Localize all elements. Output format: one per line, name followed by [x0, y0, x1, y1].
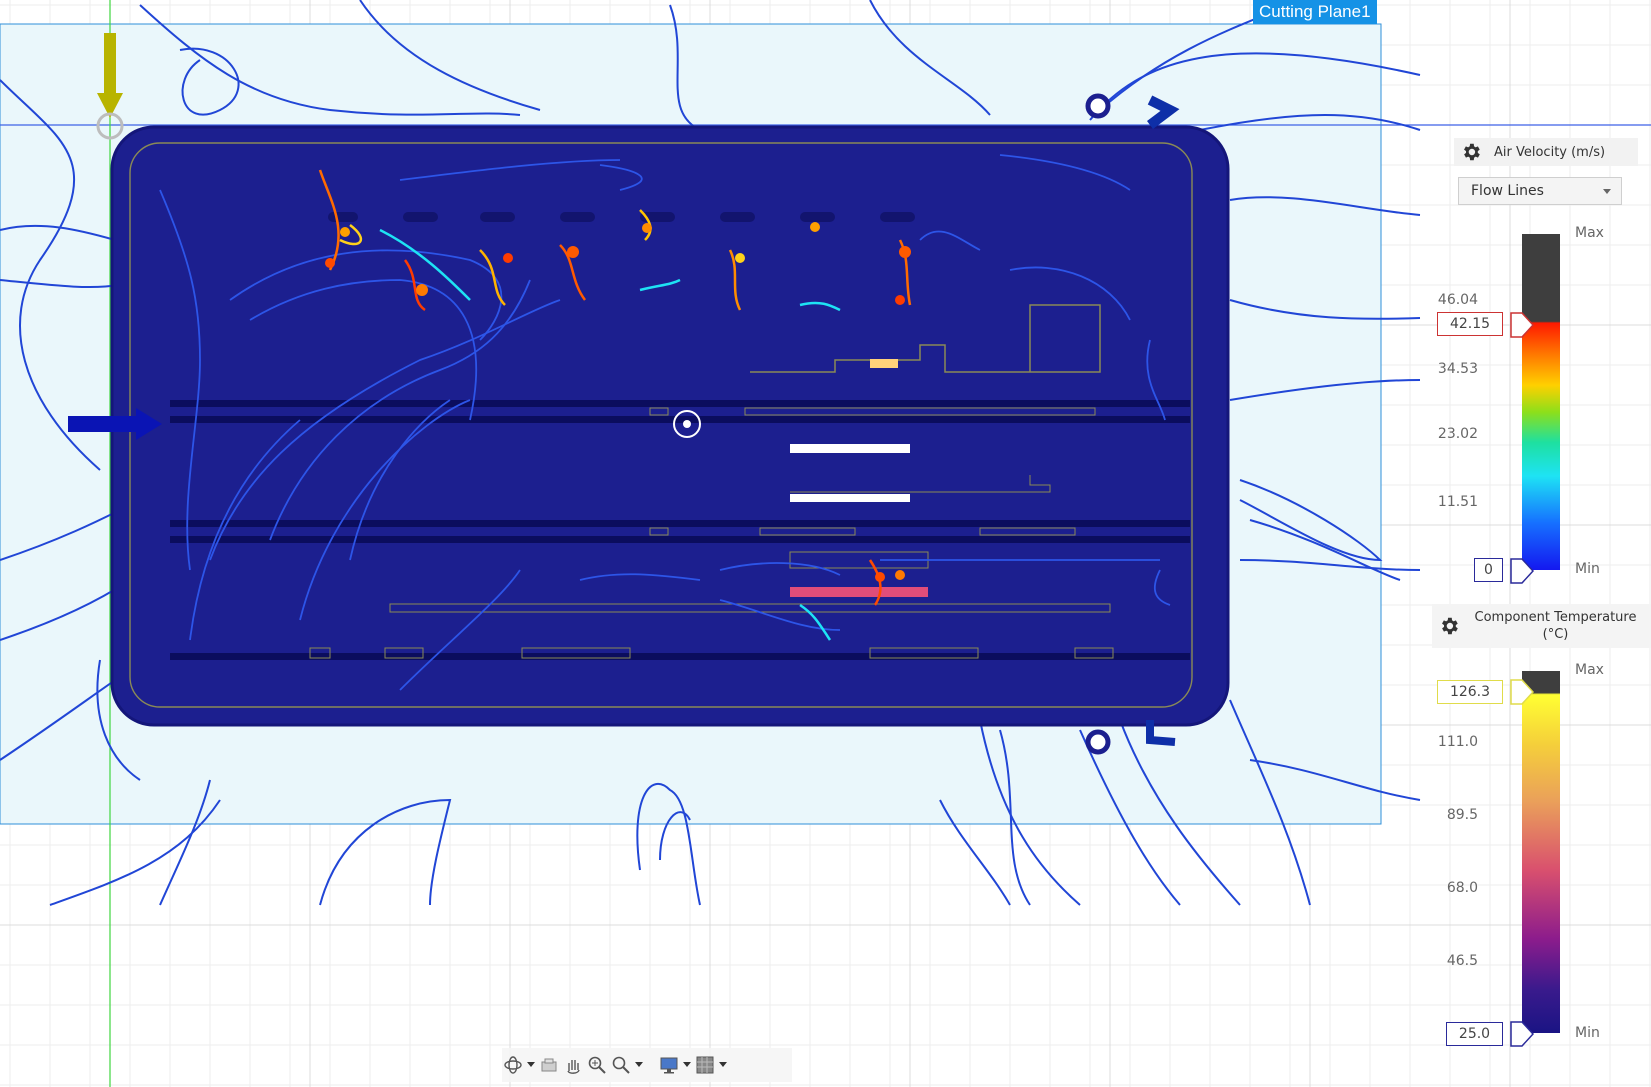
zoom-icon[interactable] — [586, 1054, 608, 1076]
air-velocity-tick: 34.53 — [1437, 361, 1478, 377]
grid-settings-icon[interactable] — [694, 1054, 716, 1076]
air-velocity-max-slider-handle[interactable] — [1510, 312, 1534, 338]
air-velocity-header: Air Velocity (m/s) — [1454, 138, 1638, 166]
temperature-max-slider-handle[interactable] — [1510, 679, 1534, 705]
scene[interactable] — [0, 0, 1651, 1087]
chevron-down-icon[interactable] — [526, 1054, 536, 1076]
temperature-tick: 89.5 — [1446, 807, 1478, 823]
chevron-down-icon[interactable] — [634, 1054, 644, 1076]
orbit-icon[interactable] — [502, 1054, 524, 1076]
temperature-max-label: Max — [1575, 662, 1604, 678]
temperature-min-input[interactable]: 25.0 — [1446, 1022, 1503, 1046]
temperature-tick: 46.5 — [1446, 953, 1478, 969]
air-velocity-tick: 11.51 — [1437, 494, 1478, 510]
chevron-down-icon — [1603, 189, 1611, 194]
air-velocity-min-input[interactable]: 0 — [1474, 558, 1503, 582]
chevron-down-icon[interactable] — [682, 1054, 692, 1076]
display-settings-icon[interactable] — [658, 1054, 680, 1076]
cutting-plane-label[interactable]: Cutting Plane1 — [1253, 0, 1377, 24]
graphics-viewport[interactable]: Cutting Plane1 — [0, 0, 1651, 1087]
air-velocity-max-input[interactable]: 42.15 — [1437, 312, 1503, 336]
air-velocity-title: Air Velocity (m/s) — [1494, 144, 1606, 160]
gear-icon[interactable] — [1438, 615, 1460, 637]
temperature-min-slider-handle[interactable] — [1510, 1021, 1534, 1047]
temperature-scale-bar — [1522, 671, 1560, 1033]
temperature-tick: 68.0 — [1446, 880, 1478, 896]
air-velocity-tick: 23.02 — [1437, 426, 1478, 442]
temperature-unit: (°C) — [1542, 627, 1569, 642]
flow-display-dropdown[interactable]: Flow Lines — [1458, 177, 1622, 205]
air-velocity-min-slider-handle[interactable] — [1510, 558, 1534, 584]
air-velocity-max-label: Max — [1575, 225, 1604, 241]
temperature-min-label: Min — [1575, 1025, 1600, 1041]
air-velocity-scale-bar — [1522, 234, 1560, 570]
air-velocity-tick: 46.04 — [1437, 292, 1478, 308]
temperature-max-input[interactable]: 126.3 — [1437, 680, 1503, 704]
navigation-toolbar — [502, 1048, 792, 1082]
air-velocity-min-label: Min — [1575, 561, 1600, 577]
chevron-down-icon[interactable] — [718, 1054, 728, 1076]
look-at-icon[interactable] — [538, 1054, 560, 1076]
pan-icon[interactable] — [562, 1054, 584, 1076]
gear-icon[interactable] — [1460, 141, 1482, 163]
temperature-title: Component Temperature — [1474, 610, 1637, 625]
temperature-tick: 111.0 — [1437, 734, 1478, 750]
temperature-header: Component Temperature (°C) — [1432, 604, 1651, 648]
fit-icon[interactable] — [610, 1054, 632, 1076]
flow-display-value: Flow Lines — [1471, 183, 1544, 199]
